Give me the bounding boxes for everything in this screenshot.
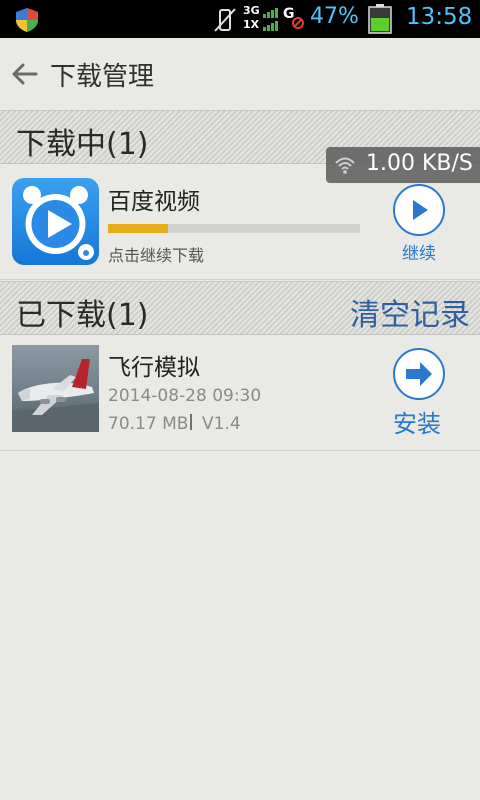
arrow-right-icon <box>406 362 432 386</box>
page-title: 下载管理 <box>50 62 155 92</box>
downloading-section-title: 下载中(1) <box>16 127 149 162</box>
baidu-video-app-icon <box>12 178 99 265</box>
no-sim-icon <box>292 17 304 29</box>
downloaded-app-name: 飞行模拟 <box>108 355 200 381</box>
battery-percent: 47% <box>310 4 359 29</box>
signal-icon: 3G 1X G <box>243 4 305 34</box>
meta-divider <box>190 414 192 430</box>
flight-sim-app-icon <box>12 345 99 432</box>
download-progress-bar <box>108 224 360 233</box>
download-progress-fill <box>108 224 169 233</box>
play-icon <box>413 200 428 220</box>
install-button-label[interactable]: 安装 <box>393 404 441 439</box>
vibrate-icon <box>214 8 236 32</box>
status-bar: 3G 1X G 47% 13:58 <box>0 0 480 38</box>
install-button[interactable] <box>393 348 445 400</box>
resume-hint: 点击继续下载 <box>108 246 205 265</box>
wifi-icon <box>335 157 355 174</box>
downloading-app-name: 百度视频 <box>108 189 200 215</box>
shield-icon <box>16 8 38 32</box>
resume-button[interactable] <box>393 184 445 236</box>
resume-button-label[interactable]: 继续 <box>402 239 436 264</box>
downloaded-section-title: 已下载(1) <box>16 298 149 333</box>
back-arrow-icon[interactable] <box>8 58 40 90</box>
network-type-1x: 1X <box>243 18 260 31</box>
download-speed-badge: 1.00 KB/S <box>326 147 480 183</box>
signal-bars-icon <box>263 8 278 31</box>
battery-icon <box>368 4 392 34</box>
network-type-3g: 3G <box>243 4 260 17</box>
clock: 13:58 <box>406 4 473 30</box>
app-version: V1.4 <box>202 414 241 434</box>
download-speed: 1.00 KB/S <box>366 151 473 176</box>
clear-history-button[interactable]: 清空记录 <box>350 290 470 334</box>
download-date: 2014-08-28 09:30 <box>108 386 262 406</box>
file-size: 70.17 MB <box>108 414 189 434</box>
downloaded-section-header: 已下载(1) 清空记录 <box>0 281 480 335</box>
